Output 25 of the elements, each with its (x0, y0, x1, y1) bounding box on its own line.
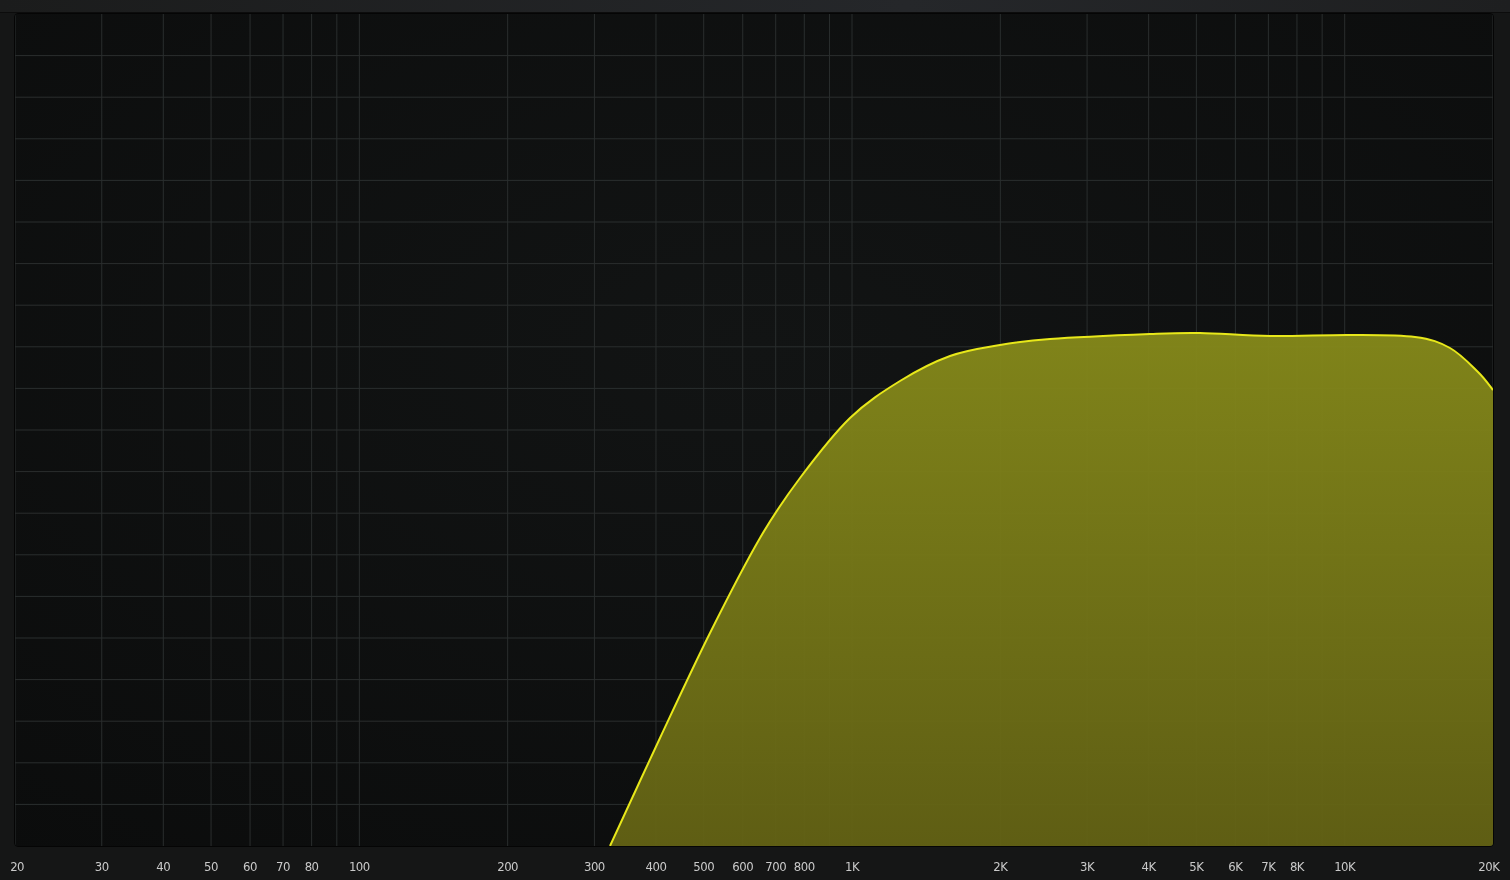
frequency-label: 2K (993, 859, 1008, 874)
frequency-label: 80 (304, 859, 319, 874)
frequency-label: 6K (1228, 859, 1243, 874)
frequency-label: 7K (1261, 859, 1276, 874)
frequency-label: 5K (1189, 859, 1204, 874)
frequency-label: 70 (276, 859, 290, 874)
frequency-label: 300 (584, 859, 605, 874)
frequency-label: 3K (1080, 859, 1095, 874)
frequency-label: 400 (645, 859, 667, 874)
frequency-label: 20 (10, 859, 25, 874)
frequency-label: 50 (204, 859, 218, 874)
frequency-label: 4K (1141, 859, 1156, 874)
frequency-label: 1K (844, 859, 860, 874)
frequency-label: 500 (693, 859, 715, 874)
frequency-label: 30 (94, 859, 109, 874)
frequency-label: 20K (1478, 859, 1500, 874)
frequency-label: 200 (497, 859, 519, 874)
frequency-label: 10K (1334, 859, 1356, 874)
frequency-label: 40 (156, 859, 171, 874)
frequency-label: 700 (765, 859, 787, 874)
frequency-label: 800 (793, 859, 815, 874)
frequency-label: 60 (243, 859, 257, 874)
frequency-label: 600 (732, 859, 754, 874)
frequency-label: 8K (1289, 859, 1304, 874)
frequency-label: 100 (348, 859, 370, 874)
